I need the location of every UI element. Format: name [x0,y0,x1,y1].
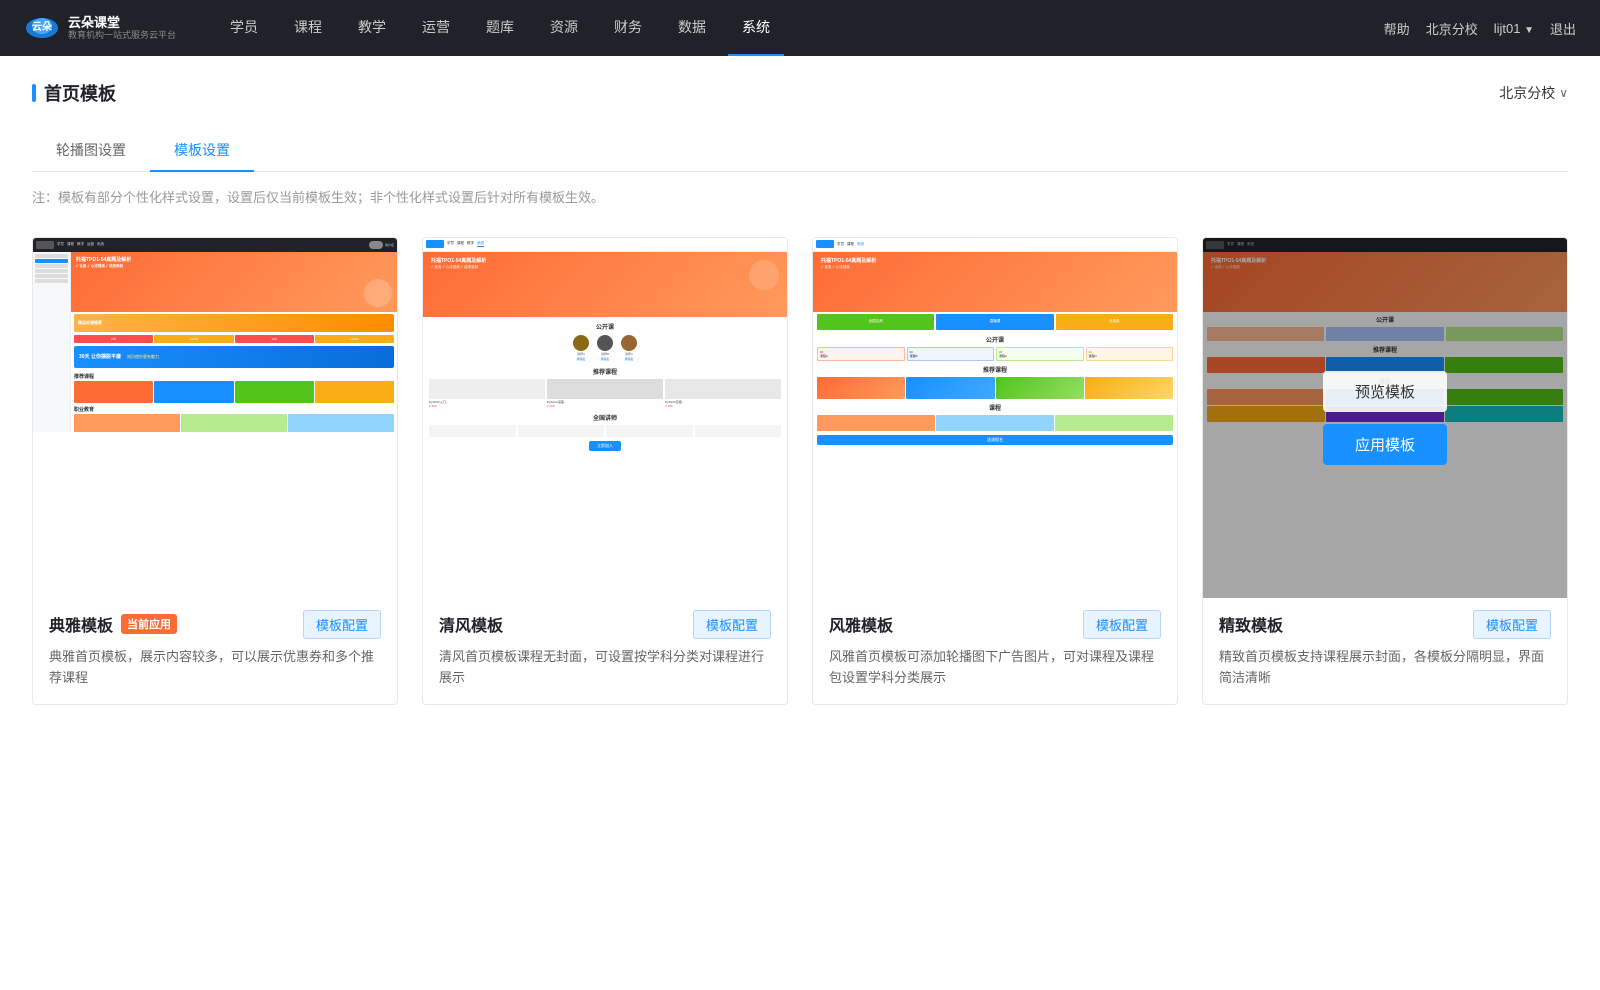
tab-carousel[interactable]: 轮播图设置 [32,130,150,172]
main-content: 首页模板 北京分校 轮播图设置 模板设置 注：模板有部分个性化样式设置，设置后仅… [0,56,1600,990]
branch-link[interactable]: 北京分校 [1426,19,1478,38]
template-preview-elegant: 学员 课程 教学 运营 系统 用户名 [33,238,397,598]
logo-text: 云朵课堂 教育机构一站式服务云平台 [68,15,176,41]
current-badge-elegant: 当前应用 [121,614,177,634]
navbar-nav: 学员 课程 教学 运营 题库 资源 财务 数据 系统 [216,0,1384,56]
navbar: 云朵 云朵课堂 教育机构一站式服务云平台 学员 课程 教学 运营 题库 资源 财… [0,0,1600,56]
template-desc-fresh: 清风首页模板课程无封面，可设置按学科分类对课程进行展示 [439,647,771,689]
note-text: 注：模板有部分个性化样式设置，设置后仅当前模板生效；非个性化样式设置后针对所有模… [32,188,1568,209]
nav-item-finance[interactable]: 财务 [600,0,656,56]
config-button-fengya[interactable]: 模板配置 [1083,610,1161,639]
nav-item-students[interactable]: 学员 [216,0,272,56]
template-name-row-fresh: 清风模板 模板配置 [439,610,771,639]
apply-button-refined[interactable]: 应用模板 [1323,424,1447,465]
preview-button-fresh[interactable]: 预览模板 [543,371,667,412]
page-title: 首页模板 [32,80,116,106]
user-menu[interactable]: lijt01 ▼ [1494,21,1534,36]
template-info-fengya: 风雅模板 模板配置 风雅首页模板可添加轮播图下广告图片，可对课程及课程包设置学科… [813,598,1177,705]
templates-grid: 学员 课程 教学 运营 系统 用户名 [32,237,1568,706]
logo: 云朵 云朵课堂 教育机构一站式服务云平台 [24,10,176,46]
template-card-elegant[interactable]: 学员 课程 教学 运营 系统 用户名 [32,237,398,706]
logo-icon: 云朵 [24,10,60,46]
template-desc-fengya: 风雅首页模板可添加轮播图下广告图片，可对课程及课程包设置学科分类展示 [829,647,1161,689]
svg-text:云朵: 云朵 [32,21,52,33]
template-name-elegant: 典雅模板 当前应用 [49,612,177,636]
config-button-fresh[interactable]: 模板配置 [693,610,771,639]
template-info-refined: 精致模板 模板配置 精致首页模板支持课程展示封面，各模板分隔明显，界面简洁清晰 [1203,598,1567,705]
apply-button-elegant[interactable]: 应用模板 [153,424,277,465]
config-button-refined[interactable]: 模板配置 [1473,610,1551,639]
nav-item-courses[interactable]: 课程 [280,0,336,56]
preview-button-fengya[interactable]: 预览模板 [933,371,1057,412]
template-name-refined: 精致模板 [1219,612,1283,636]
preview-button-refined[interactable]: 预览模板 [1323,371,1447,412]
template-desc-refined: 精致首页模板支持课程展示封面，各模板分隔明显，界面简洁清晰 [1219,647,1551,689]
nav-item-teaching[interactable]: 教学 [344,0,400,56]
template-info-fresh: 清风模板 模板配置 清风首页模板课程无封面，可设置按学科分类对课程进行展示 [423,598,787,705]
template-preview-refined: 学员 课程 系统 托福TPO1-54真题及解析 ✓ 全真 ✓ 心法视频 公开课 [1203,238,1567,598]
branch-selector[interactable]: 北京分校 [1499,83,1568,103]
template-name-fengya: 风雅模板 [829,612,893,636]
apply-button-fengya[interactable]: 应用模板 [933,424,1057,465]
logout-link[interactable]: 退出 [1550,19,1576,38]
preview-button-elegant[interactable]: 预览模板 [153,371,277,412]
template-card-refined[interactable]: 学员 课程 系统 托福TPO1-54真题及解析 ✓ 全真 ✓ 心法视频 公开课 [1202,237,1568,706]
template-name-fresh: 清风模板 [439,612,503,636]
template-overlay-refined: 预览模板 应用模板 [1203,238,1567,598]
nav-item-system[interactable]: 系统 [728,0,784,56]
apply-button-fresh[interactable]: 应用模板 [543,424,667,465]
template-name-row-fengya: 风雅模板 模板配置 [829,610,1161,639]
page-header: 首页模板 北京分校 [32,80,1568,106]
template-info-elegant: 典雅模板 当前应用 模板配置 典雅首页模板，展示内容较多，可以展示优惠券和多个推… [33,598,397,705]
template-card-fengya[interactable]: 学员 课程 系统 托福TPO1-54真题及解析 ✓ 全真 ✓ 心法视频 全国名师 [812,237,1178,706]
config-button-elegant[interactable]: 模板配置 [303,610,381,639]
navbar-right: 帮助 北京分校 lijt01 ▼ 退出 [1384,19,1576,38]
nav-item-operations[interactable]: 运营 [408,0,464,56]
tabs: 轮播图设置 模板设置 [32,130,1568,172]
template-preview-fengya: 学员 课程 系统 托福TPO1-54真题及解析 ✓ 全真 ✓ 心法视频 全国名师 [813,238,1177,598]
template-name-row-refined: 精致模板 模板配置 [1219,610,1551,639]
template-preview-fresh: 学员 课程 教学 系统 托福TPO1-54真题及解析 ✓ 全真 ✓ 心法视频 ✓… [423,238,787,598]
nav-item-resources[interactable]: 资源 [536,0,592,56]
template-desc-elegant: 典雅首页模板，展示内容较多，可以展示优惠券和多个推荐课程 [49,647,381,689]
template-card-fresh[interactable]: 学员 课程 教学 系统 托福TPO1-54真题及解析 ✓ 全真 ✓ 心法视频 ✓… [422,237,788,706]
nav-item-data[interactable]: 数据 [664,0,720,56]
nav-item-questions[interactable]: 题库 [472,0,528,56]
help-link[interactable]: 帮助 [1384,19,1410,38]
tab-template[interactable]: 模板设置 [150,130,254,172]
template-name-row-elegant: 典雅模板 当前应用 模板配置 [49,610,381,639]
